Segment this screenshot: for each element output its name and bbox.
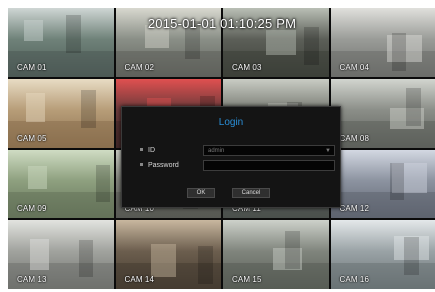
camera-label: CAM 16 <box>339 275 369 284</box>
camera-tile[interactable]: CAM 14 <box>115 220 221 289</box>
scene-shape <box>80 89 96 128</box>
scene-shape <box>95 164 111 203</box>
camera-label: CAM 14 <box>124 275 154 284</box>
camera-tile[interactable]: CAM 13 <box>8 220 114 289</box>
camera-label: CAM 01 <box>17 62 47 72</box>
camera-label: CAM 04 <box>339 62 369 72</box>
id-label: ID <box>148 147 155 154</box>
camera-label: CAM 09 <box>17 204 47 214</box>
cancel-button[interactable]: Cancel <box>232 188 270 198</box>
password-label: Password <box>148 162 179 169</box>
bullet-icon <box>140 163 143 166</box>
camera-tile[interactable]: CAM 09 <box>8 149 114 219</box>
camera-tile[interactable]: CAM 05 <box>8 78 114 148</box>
scene-shape <box>25 93 45 123</box>
camera-label: CAM 02 <box>124 62 154 72</box>
id-value: admin <box>208 148 225 154</box>
camera-tile[interactable]: CAM 15 <box>223 220 329 289</box>
ok-button[interactable]: OK <box>187 188 215 198</box>
scene-shape <box>391 33 407 72</box>
password-field[interactable] <box>203 160 335 171</box>
bullet-icon <box>140 148 143 151</box>
camera-label: CAM 12 <box>339 204 369 214</box>
camera-tile[interactable]: CAM 08 <box>330 78 435 148</box>
camera-label: CAM 15 <box>232 275 262 284</box>
camera-tile[interactable]: CAM 16 <box>330 220 435 289</box>
camera-tile[interactable]: CAM 12 <box>330 149 435 219</box>
scene-shape <box>304 27 319 66</box>
camera-label: CAM 05 <box>17 133 47 143</box>
nvr-monitor: CAM 01CAM 02CAM 03CAM 04CAM 05CAM 06CAM … <box>8 8 435 289</box>
camera-label: CAM 13 <box>17 275 47 284</box>
scene-shape <box>404 237 420 276</box>
scene-shape <box>266 30 296 55</box>
scene-shape <box>285 231 300 270</box>
scene-shape <box>28 166 48 190</box>
login-title: Login <box>218 117 244 128</box>
osd-timestamp: 2015-01-01 01:10:25 PM <box>147 16 297 31</box>
scene-shape <box>78 239 94 278</box>
scene-shape <box>389 162 405 201</box>
login-dialog: Login ID admin ▼ Password OK Cancel <box>121 106 341 208</box>
scene-shape <box>406 87 422 126</box>
scene-shape <box>197 245 213 284</box>
camera-label: CAM 03 <box>232 62 262 72</box>
scene-shape <box>151 243 176 278</box>
id-select[interactable]: admin ▼ <box>203 145 335 156</box>
scene-shape <box>30 238 50 271</box>
camera-label: CAM 08 <box>339 133 369 143</box>
chevron-down-icon: ▼ <box>325 148 331 154</box>
